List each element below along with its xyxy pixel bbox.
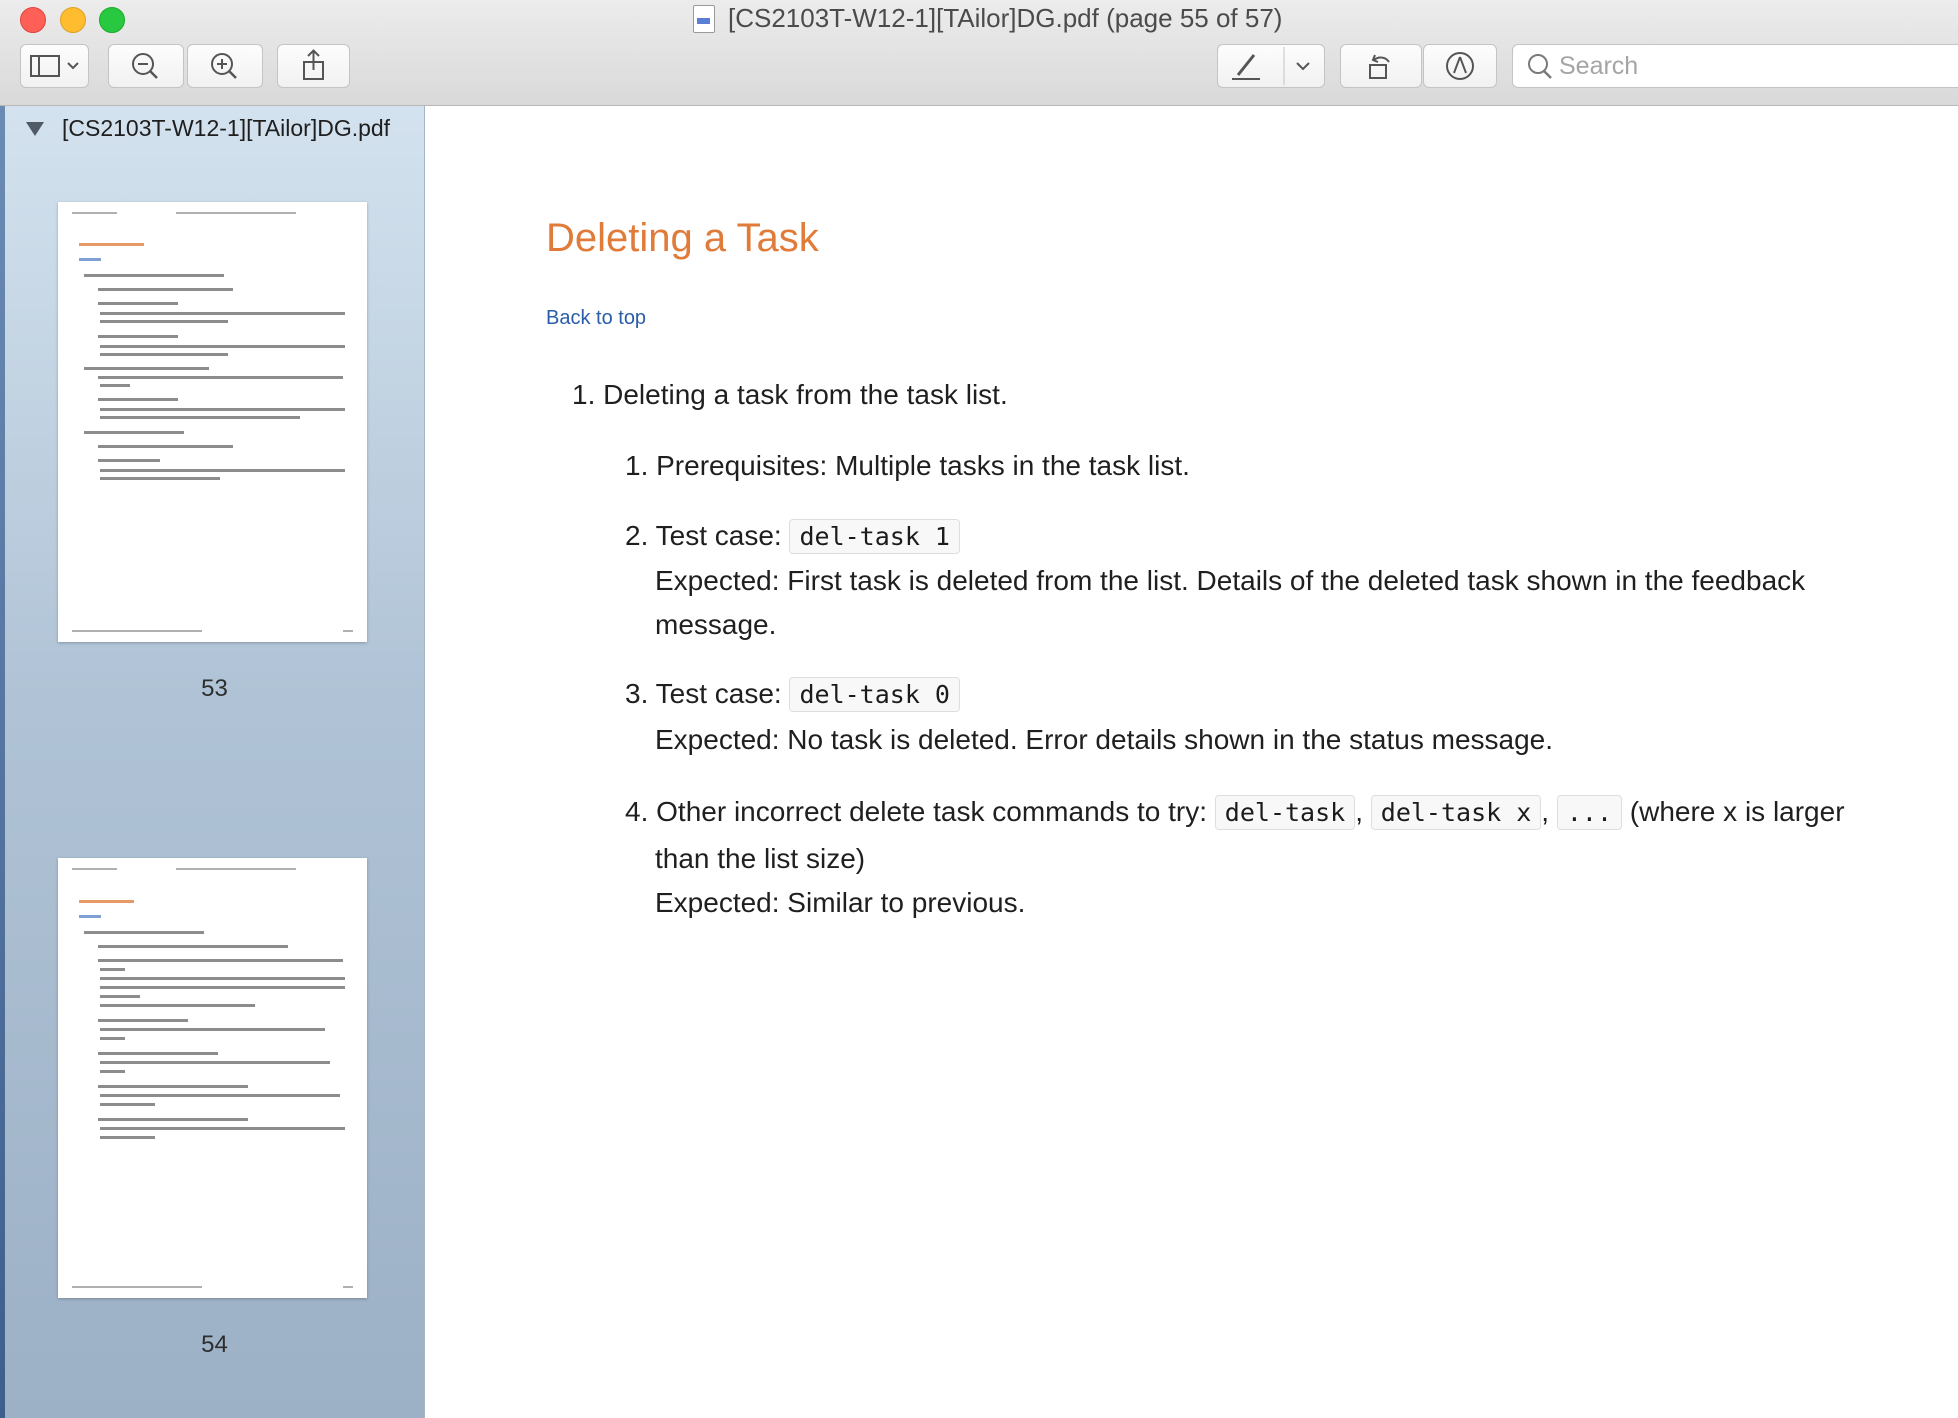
page-number-label: 54 bbox=[201, 1331, 228, 1358]
annotate-button[interactable] bbox=[1423, 44, 1497, 88]
markup-pen-icon bbox=[1232, 47, 1310, 85]
test-case-label: 2. Test case: bbox=[625, 520, 782, 551]
markup-pen-button[interactable] bbox=[1217, 44, 1325, 88]
search-icon bbox=[1528, 54, 1552, 79]
pdf-document-icon bbox=[693, 5, 715, 33]
share-button[interactable] bbox=[277, 44, 350, 88]
separator: , bbox=[1355, 796, 1363, 827]
minimize-window-button[interactable] bbox=[60, 7, 86, 33]
sidebar-toggle-icon bbox=[30, 55, 79, 77]
rotate-button[interactable] bbox=[1340, 44, 1422, 88]
rotate-icon bbox=[1369, 54, 1390, 79]
test-case-label: 3. Test case: bbox=[625, 678, 782, 709]
document-page: Deleting a Task Back to top 1. Deleting … bbox=[441, 106, 1958, 1418]
section-heading: Deleting a Task bbox=[546, 216, 819, 260]
sidebar-file-name: [CS2103T-W12-1][TAilor]DG.pdf bbox=[62, 115, 391, 141]
thumbnail-sidebar: [CS2103T-W12-1][TAilor]DG.pdf 53 54 bbox=[5, 106, 425, 1418]
expected-result-continuation: message. bbox=[655, 609, 777, 640]
expected-result: Expected: Similar to previous. bbox=[655, 887, 1026, 918]
test-case-item-2: 3. Test case: del-task 0 bbox=[625, 677, 960, 712]
expected-result: Expected: First task is deleted from the… bbox=[655, 565, 1806, 596]
sidebar-file-header[interactable]: [CS2103T-W12-1][TAilor]DG.pdf bbox=[5, 106, 424, 156]
command-code: ... bbox=[1556, 795, 1623, 830]
search-field[interactable]: Search bbox=[1512, 44, 1958, 88]
command-code: del-task 1 bbox=[789, 519, 960, 554]
sidebar-view-button[interactable] bbox=[20, 44, 89, 88]
zoom-window-button[interactable] bbox=[99, 7, 125, 33]
other-commands-note: (where x is larger bbox=[1629, 796, 1845, 827]
close-window-button[interactable] bbox=[20, 7, 46, 33]
zoom-in-icon bbox=[211, 53, 237, 79]
annotate-icon bbox=[1446, 52, 1474, 80]
command-code: del-task bbox=[1214, 795, 1356, 830]
page-thumbnail-53[interactable] bbox=[58, 202, 367, 642]
prerequisites-item: 1. Prerequisites: Multiple tasks in the … bbox=[625, 450, 1190, 481]
command-code: del-task 0 bbox=[789, 677, 960, 712]
other-commands-item: 4. Other incorrect delete task commands … bbox=[625, 795, 1845, 830]
other-commands-label: 4. Other incorrect delete task commands … bbox=[625, 796, 1208, 827]
separator: , bbox=[1541, 796, 1550, 827]
window-title: [CS2103T-W12-1][TAilor]DG.pdf (page 55 o… bbox=[728, 3, 1283, 33]
share-icon bbox=[303, 49, 324, 80]
other-commands-continuation: than the list size) bbox=[655, 843, 866, 874]
title-bar: [CS2103T-W12-1][TAilor]DG.pdf (page 55 o… bbox=[0, 0, 1958, 106]
test-case-item-1: 2. Test case: del-task 1 bbox=[625, 519, 960, 554]
disclosure-triangle-icon[interactable] bbox=[26, 122, 44, 136]
zoom-in-button[interactable] bbox=[187, 44, 263, 88]
expected-result: Expected: No task is deleted. Error deta… bbox=[655, 724, 1554, 755]
preview-window: [CS2103T-W12-1][TAilor]DG.pdf (page 55 o… bbox=[0, 0, 1958, 1418]
main-list-item: 1. Deleting a task from the task list. bbox=[572, 379, 1008, 410]
zoom-out-icon bbox=[132, 53, 158, 79]
page-thumbnail-54[interactable] bbox=[58, 858, 367, 1298]
search-placeholder: Search bbox=[1559, 52, 1639, 80]
command-code: del-task x bbox=[1370, 795, 1542, 830]
back-to-top-link[interactable]: Back to top bbox=[546, 307, 646, 330]
zoom-out-button[interactable] bbox=[108, 44, 184, 88]
page-number-label: 53 bbox=[201, 675, 228, 702]
